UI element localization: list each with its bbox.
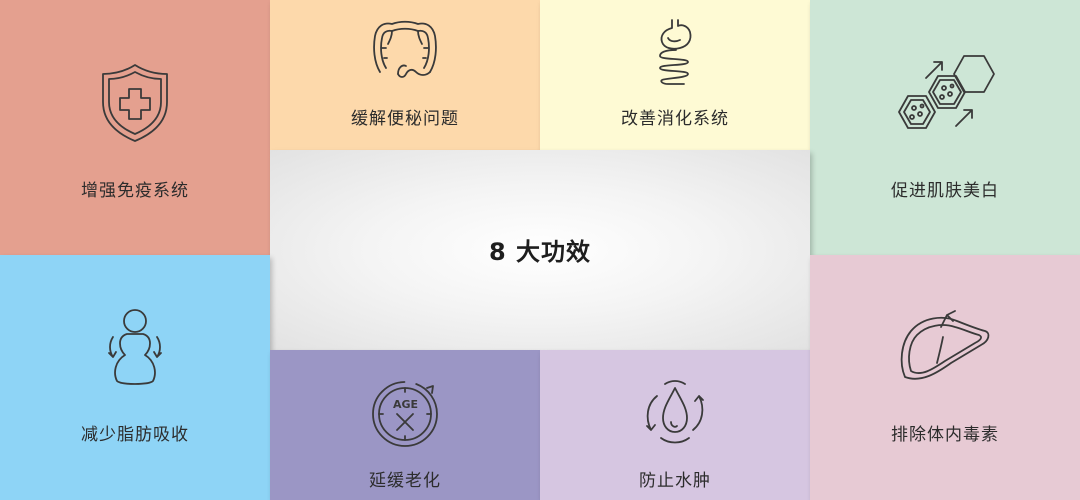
tile-label: 缓解便秘问题 [351, 109, 459, 129]
tile-skin: 促进肌肤美白 [810, 0, 1080, 255]
tile-label: 防止水肿 [639, 471, 711, 491]
center-panel: 8 大功效 [270, 150, 810, 350]
tile-label: 排除体内毒素 [891, 425, 999, 445]
tile-detox: 排除体内毒素 [810, 255, 1080, 500]
shield-cross-icon [100, 62, 170, 144]
body-shape-icon [105, 307, 165, 387]
water-drop-cycle-icon [637, 378, 713, 448]
liver-icon [897, 307, 993, 387]
stomach-icon [650, 18, 700, 86]
tile-label: 增强免疫系统 [81, 181, 189, 201]
skin-cells-icon [890, 50, 1000, 146]
tile-constipation: 缓解便秘问题 [270, 0, 540, 150]
tile-edema: 防止水肿 [540, 350, 810, 500]
page-title: 8 大功效 [488, 238, 592, 266]
tile-immunity: 增强免疫系统 [0, 0, 270, 255]
intestine-icon [370, 18, 440, 80]
tile-label: 延缓老化 [369, 471, 441, 491]
age-text: AGE [393, 398, 418, 411]
tile-digestion: 改善消化系统 [540, 0, 810, 150]
tile-label: 改善消化系统 [621, 109, 729, 129]
tile-aging: AGE 延缓老化 [270, 350, 540, 500]
tile-label: 促进肌肤美白 [891, 181, 999, 201]
tile-fat: 减少脂肪吸收 [0, 255, 270, 500]
anti-age-icon: AGE [369, 378, 441, 450]
tile-label: 减少脂肪吸收 [81, 425, 189, 445]
